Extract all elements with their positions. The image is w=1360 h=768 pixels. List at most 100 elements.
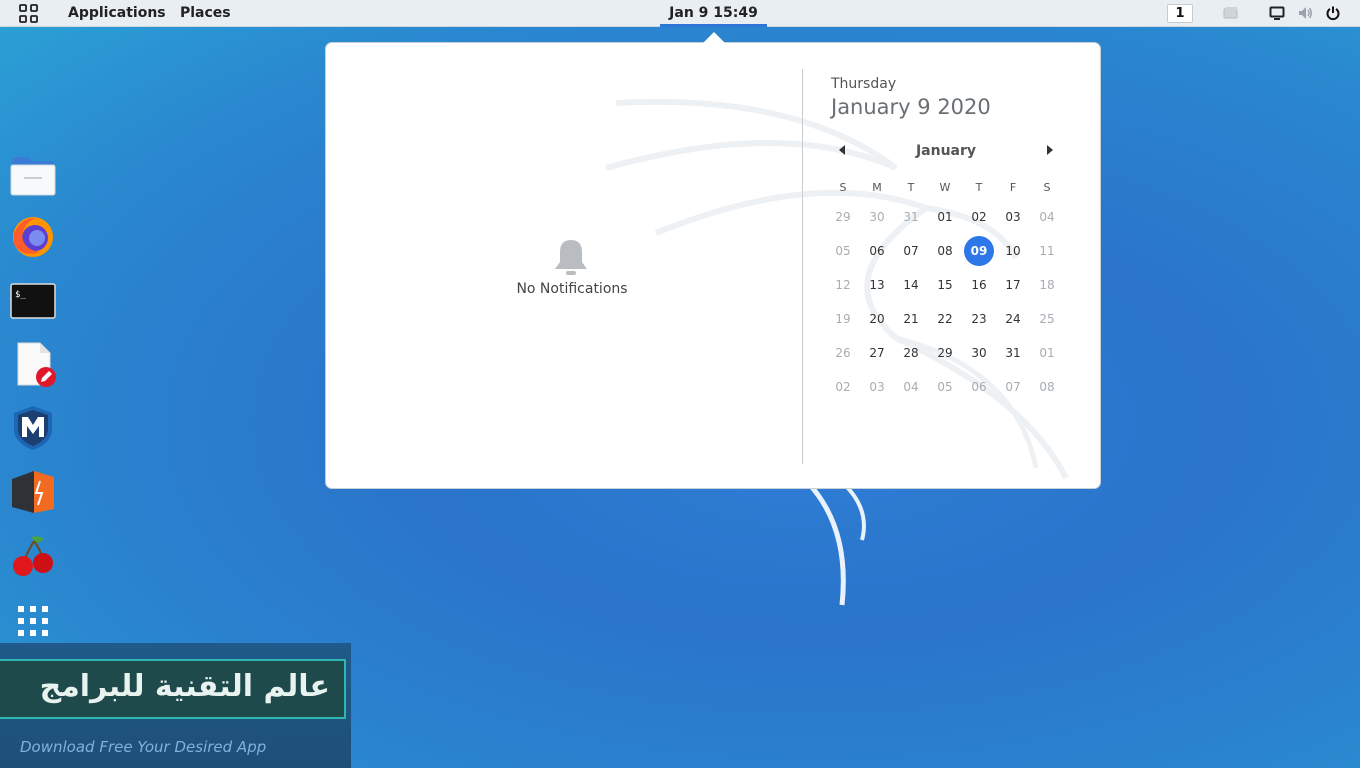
calendar-day[interactable]: 17 — [996, 278, 1030, 292]
places-menu[interactable]: Places — [180, 0, 231, 27]
burpsuite-icon[interactable] — [10, 469, 56, 515]
calendar-day-number: 27 — [869, 346, 885, 360]
calendar-day[interactable]: 23 — [962, 312, 996, 326]
power-icon[interactable] — [1325, 5, 1341, 21]
calendar-day-number: 30 — [869, 210, 885, 224]
applications-menu[interactable]: Applications — [68, 0, 166, 27]
calendar-month-label: January — [915, 143, 977, 159]
calendar-day[interactable]: 30 — [860, 210, 894, 224]
weekday-header: S — [839, 180, 847, 194]
calendar-day[interactable]: 30 — [962, 346, 996, 360]
calendar-day-number: 09 — [970, 244, 988, 258]
calendar-day-number: 23 — [971, 312, 987, 326]
calendar-day[interactable]: 08 — [928, 244, 962, 258]
kali-dragon-tail — [808, 483, 866, 606]
calendar-week-row: 26 27 28 29 30 31 01 — [826, 336, 1064, 370]
calendar-day-number: 14 — [903, 278, 919, 292]
calendar-day[interactable]: 24 — [996, 312, 1030, 326]
calendar-day[interactable]: 29 — [826, 210, 860, 224]
calendar-day-number: 08 — [1039, 380, 1055, 394]
watermark-banner: عالم التقنية للبرامج Download Free Your … — [0, 643, 351, 768]
clock-button[interactable]: Jan 9 15:49 — [660, 0, 767, 27]
calendar-day-number: 15 — [937, 278, 953, 292]
calendar-day[interactable]: 08 — [1030, 380, 1064, 394]
calendar-day[interactable]: 25 — [1030, 312, 1064, 326]
calendar-day[interactable]: 19 — [826, 312, 860, 326]
calendar-day-number: 02 — [835, 380, 851, 394]
calendar-day[interactable]: 22 — [928, 312, 962, 326]
calendar-day[interactable]: 12 — [826, 278, 860, 292]
calendar-day[interactable]: 04 — [1030, 210, 1064, 224]
calendar-day[interactable]: 16 — [962, 278, 996, 292]
calendar-day-number: 03 — [869, 380, 885, 394]
volume-icon[interactable] — [1297, 5, 1313, 21]
display-icon[interactable] — [1269, 5, 1285, 21]
calendar-day[interactable]: 26 — [826, 346, 860, 360]
calendar-day[interactable]: 02 — [826, 380, 860, 394]
calendar-day-today[interactable]: 09 — [962, 236, 996, 266]
calendar-day-number: 31 — [903, 210, 919, 224]
calendar-day[interactable]: 14 — [894, 278, 928, 292]
screen-icon[interactable] — [1223, 5, 1239, 21]
weekday-header: T — [907, 180, 915, 194]
calendar-day-number: 26 — [835, 346, 851, 360]
text-editor-icon[interactable] — [10, 341, 56, 387]
top-bar: Applications Places Jan 9 15:49 1 — [0, 0, 1360, 27]
weekday-header: S — [1043, 180, 1051, 194]
apps-grid-icon[interactable] — [19, 4, 39, 24]
weekday-header: F — [1009, 180, 1017, 194]
calendar-day[interactable]: 06 — [962, 380, 996, 394]
weekday-label[interactable]: Thursday — [831, 76, 896, 92]
calendar-day[interactable]: 02 — [962, 210, 996, 224]
calendar-day-number: 17 — [1005, 278, 1021, 292]
calendar-day[interactable]: 27 — [860, 346, 894, 360]
calendar-day[interactable]: 05 — [928, 380, 962, 394]
previous-month-icon[interactable] — [836, 143, 848, 157]
calendar-day[interactable]: 04 — [894, 380, 928, 394]
show-apps-icon[interactable] — [10, 598, 56, 644]
calendar-day-number: 29 — [835, 210, 851, 224]
calendar-day[interactable]: 11 — [1030, 244, 1064, 258]
calendar-day[interactable]: 28 — [894, 346, 928, 360]
calendar-day-number: 01 — [1039, 346, 1055, 360]
firefox-icon[interactable] — [10, 214, 56, 260]
calendar-day-number: 30 — [971, 346, 987, 360]
calendar-day[interactable]: 29 — [928, 346, 962, 360]
weekday-header: M — [872, 180, 882, 194]
calendar-day[interactable]: 03 — [996, 210, 1030, 224]
banner-title: عالم التقنية للبرامج — [39, 669, 330, 704]
workspace-indicator[interactable]: 1 — [1167, 4, 1193, 23]
calendar-week-row: 19 20 21 22 23 24 25 — [826, 302, 1064, 336]
calendar-day[interactable]: 05 — [826, 244, 860, 258]
calendar-day[interactable]: 06 — [860, 244, 894, 258]
calendar-week-row: 05 06 07 08 09 10 11 — [826, 234, 1064, 268]
metasploit-icon[interactable] — [10, 405, 56, 451]
calendar-day-number: 12 — [835, 278, 851, 292]
calendar-day[interactable]: 31 — [996, 346, 1030, 360]
full-date-label[interactable]: January 9 2020 — [831, 95, 991, 119]
calendar-day[interactable]: 21 — [894, 312, 928, 326]
banner-subtitle: Download Free Your Desired App — [20, 738, 267, 756]
calendar-day[interactable]: 31 — [894, 210, 928, 224]
calendar-day[interactable]: 03 — [860, 380, 894, 394]
calendar-day[interactable]: 07 — [894, 244, 928, 258]
calendar-day[interactable]: 20 — [860, 312, 894, 326]
calendar-day[interactable]: 10 — [996, 244, 1030, 258]
calendar-day[interactable]: 18 — [1030, 278, 1064, 292]
calendar-day[interactable]: 07 — [996, 380, 1030, 394]
popover-pointer — [703, 32, 725, 43]
calendar-day-number: 20 — [869, 312, 885, 326]
files-icon[interactable] — [10, 153, 56, 199]
calendar-day[interactable]: 15 — [928, 278, 962, 292]
calendar-day-number: 11 — [1039, 244, 1055, 258]
cherrytree-icon[interactable] — [10, 533, 56, 579]
calendar-day[interactable]: 01 — [1030, 346, 1064, 360]
calendar-week-row: 12 13 14 15 16 17 18 — [826, 268, 1064, 302]
popover-divider — [802, 69, 803, 464]
terminal-icon[interactable]: $_ — [10, 278, 56, 324]
calendar-day[interactable]: 01 — [928, 210, 962, 224]
calendar-day[interactable]: 13 — [860, 278, 894, 292]
next-month-icon[interactable] — [1044, 143, 1056, 157]
bell-icon — [555, 240, 587, 275]
calendar-day-number: 04 — [903, 380, 919, 394]
